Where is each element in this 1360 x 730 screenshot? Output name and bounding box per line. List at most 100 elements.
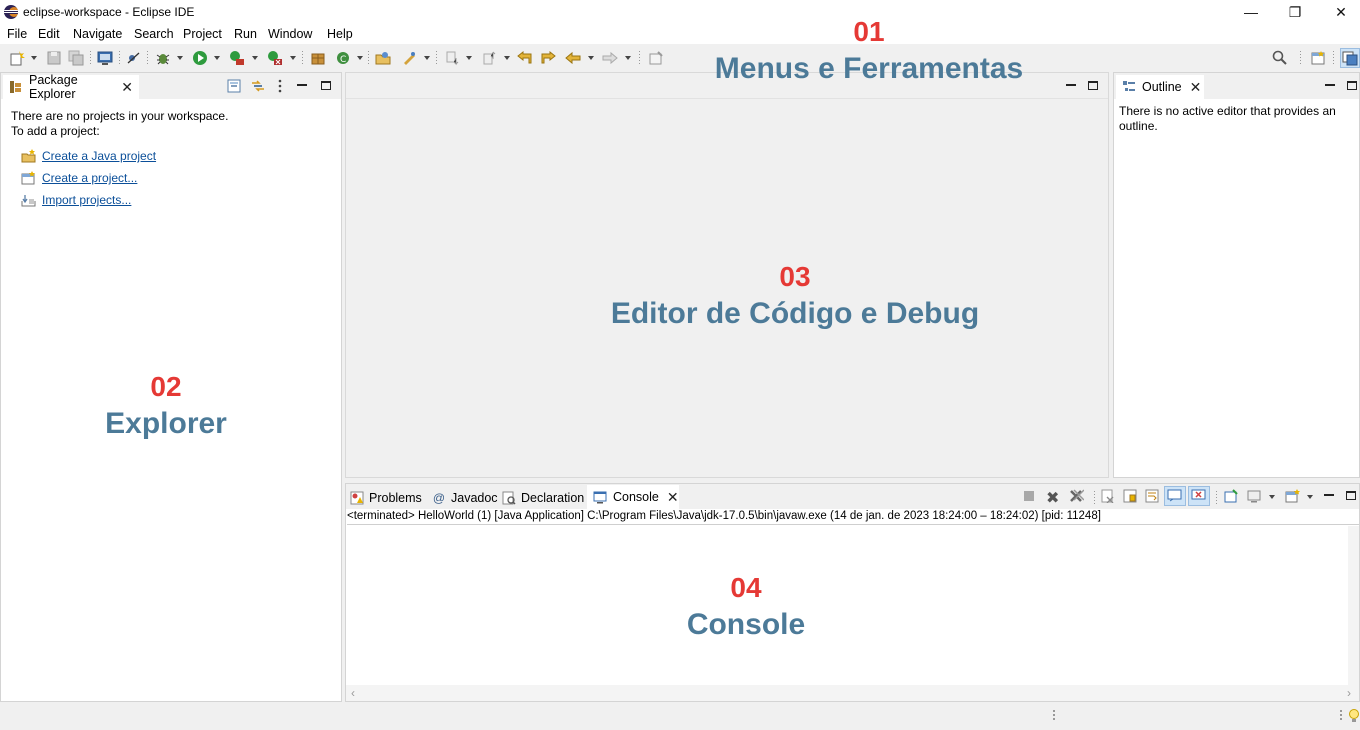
scroll-left-icon[interactable]: ‹ bbox=[351, 686, 355, 700]
restore-button[interactable]: ❐ bbox=[1272, 0, 1318, 24]
link-label[interactable]: Import projects... bbox=[42, 193, 131, 207]
create-project-link[interactable]: Create a project... bbox=[21, 171, 137, 185]
menu-navigate[interactable]: Navigate bbox=[73, 27, 122, 41]
last-edit-location-icon[interactable] bbox=[517, 50, 533, 66]
skip-breakpoints-icon[interactable] bbox=[126, 50, 142, 66]
minimize-button[interactable]: — bbox=[1228, 0, 1274, 24]
lightbulb-icon[interactable] bbox=[1348, 708, 1360, 727]
new-java-project-icon bbox=[21, 149, 36, 163]
run-dropdown-icon[interactable] bbox=[214, 56, 220, 60]
vertical-scrollbar[interactable] bbox=[1348, 526, 1359, 685]
menu-run[interactable]: Run bbox=[234, 27, 257, 41]
annotation-number-editor: 03 bbox=[779, 261, 811, 292]
back-icon[interactable] bbox=[565, 50, 581, 66]
scroll-lock-icon[interactable] bbox=[1123, 489, 1137, 506]
import-projects-link[interactable]: Import projects... bbox=[21, 193, 131, 207]
toolbar-separator bbox=[119, 51, 120, 65]
pin-console-icon[interactable] bbox=[1224, 489, 1238, 506]
debug-icon[interactable] bbox=[155, 50, 171, 66]
link-label[interactable]: Create a Java project bbox=[42, 149, 156, 163]
collapse-all-icon[interactable] bbox=[227, 79, 241, 96]
java-perspective-icon[interactable] bbox=[1340, 48, 1360, 68]
next-annotation-dropdown-icon[interactable] bbox=[466, 56, 472, 60]
show-on-stderr-icon[interactable] bbox=[1188, 486, 1210, 506]
display-console-icon[interactable] bbox=[1247, 489, 1261, 506]
remove-launch-icon[interactable]: ✖ bbox=[1046, 488, 1059, 508]
open-perspective-icon[interactable] bbox=[1310, 50, 1326, 66]
external-tools-dropdown-icon[interactable] bbox=[290, 56, 296, 60]
new-dropdown-icon[interactable] bbox=[31, 56, 37, 60]
close-icon[interactable]: ✕ bbox=[121, 79, 133, 96]
terminal-icon[interactable] bbox=[97, 50, 113, 66]
word-wrap-icon[interactable] bbox=[1145, 489, 1159, 506]
maximize-view-icon[interactable] bbox=[1347, 81, 1357, 90]
link-label[interactable]: Create a project... bbox=[42, 171, 137, 185]
tab-outline[interactable]: Outline ✕ bbox=[1116, 75, 1204, 99]
scroll-right-icon[interactable]: › bbox=[1347, 686, 1351, 700]
open-console-icon[interactable] bbox=[1285, 489, 1301, 506]
new-java-class-icon[interactable]: C bbox=[335, 50, 351, 66]
minimize-view-icon[interactable] bbox=[1324, 494, 1334, 496]
coverage-icon[interactable] bbox=[229, 50, 245, 66]
annotation-label-console: Console bbox=[686, 608, 806, 641]
console-output[interactable] bbox=[346, 526, 1350, 685]
menu-project[interactable]: Project bbox=[183, 27, 222, 41]
maximize-view-icon[interactable] bbox=[321, 81, 331, 90]
clear-console-icon[interactable] bbox=[1101, 489, 1115, 506]
open-task-icon[interactable] bbox=[401, 50, 417, 66]
display-console-dropdown-icon[interactable] bbox=[1269, 495, 1275, 499]
open-task-dropdown-icon[interactable] bbox=[424, 56, 430, 60]
maximize-view-icon[interactable] bbox=[1346, 491, 1356, 500]
new-class-dropdown-icon[interactable] bbox=[357, 56, 363, 60]
annotation-label-menus: Menus e Ferramentas bbox=[714, 52, 1024, 85]
menu-edit[interactable]: Edit bbox=[38, 27, 60, 41]
new-java-package-icon[interactable] bbox=[310, 50, 326, 66]
debug-dropdown-icon[interactable] bbox=[177, 56, 183, 60]
previous-annotation-icon[interactable] bbox=[481, 50, 497, 66]
menu-file[interactable]: File bbox=[7, 27, 27, 41]
status-separator bbox=[1340, 710, 1342, 722]
minimize-view-icon[interactable] bbox=[1066, 84, 1076, 86]
forward-icon[interactable] bbox=[602, 50, 618, 66]
forward-edit-location-icon[interactable] bbox=[540, 50, 556, 66]
new-icon[interactable] bbox=[9, 50, 25, 66]
tab-console[interactable]: Console ✕ bbox=[587, 485, 679, 509]
pin-editor-icon[interactable] bbox=[648, 50, 664, 66]
link-with-editor-icon[interactable] bbox=[250, 79, 266, 96]
close-icon[interactable]: ✕ bbox=[667, 489, 679, 506]
coverage-dropdown-icon[interactable] bbox=[252, 56, 258, 60]
save-icon[interactable] bbox=[46, 50, 62, 66]
tab-javadoc[interactable]: @ Javadoc bbox=[432, 486, 498, 510]
save-all-icon[interactable] bbox=[68, 50, 84, 66]
remove-all-terminated-icon[interactable] bbox=[1068, 488, 1085, 507]
forward-dropdown-icon[interactable] bbox=[625, 56, 631, 60]
minimize-view-icon[interactable] bbox=[297, 84, 307, 86]
horizontal-scrollbar[interactable]: ‹ › bbox=[346, 685, 1359, 701]
maximize-view-icon[interactable] bbox=[1088, 81, 1098, 90]
toolbar-separator bbox=[1094, 491, 1095, 505]
show-on-stdout-icon[interactable] bbox=[1164, 486, 1186, 506]
previous-annotation-dropdown-icon[interactable] bbox=[504, 56, 510, 60]
menu-window[interactable]: Window bbox=[268, 27, 312, 41]
title-bar: eclipse-workspace - Eclipse IDE — ❐ ✕ bbox=[0, 0, 1360, 24]
open-type-icon[interactable] bbox=[375, 50, 391, 66]
close-icon[interactable]: ✕ bbox=[1190, 79, 1202, 96]
next-annotation-icon[interactable] bbox=[444, 50, 460, 66]
menu-search[interactable]: Search bbox=[134, 27, 174, 41]
open-console-dropdown-icon[interactable] bbox=[1307, 495, 1313, 499]
tab-declaration[interactable]: Declaration bbox=[502, 486, 584, 510]
search-icon[interactable] bbox=[1272, 50, 1288, 66]
tab-problems[interactable]: Problems bbox=[350, 486, 422, 510]
create-java-project-link[interactable]: Create a Java project bbox=[21, 149, 156, 163]
bottom-tabbar: Problems @ Javadoc Declaration Console ✕… bbox=[346, 484, 1359, 509]
run-icon[interactable] bbox=[192, 50, 208, 66]
close-window-button[interactable]: ✕ bbox=[1318, 0, 1360, 24]
menu-help[interactable]: Help bbox=[327, 27, 353, 41]
back-dropdown-icon[interactable] bbox=[588, 56, 594, 60]
view-menu-icon[interactable] bbox=[277, 79, 283, 96]
minimize-view-icon[interactable] bbox=[1325, 84, 1335, 86]
import-icon bbox=[21, 193, 36, 207]
tab-package-explorer[interactable]: Package Explorer ✕ bbox=[3, 73, 139, 101]
terminate-icon[interactable] bbox=[1024, 491, 1034, 501]
external-tools-icon[interactable] bbox=[267, 50, 283, 66]
